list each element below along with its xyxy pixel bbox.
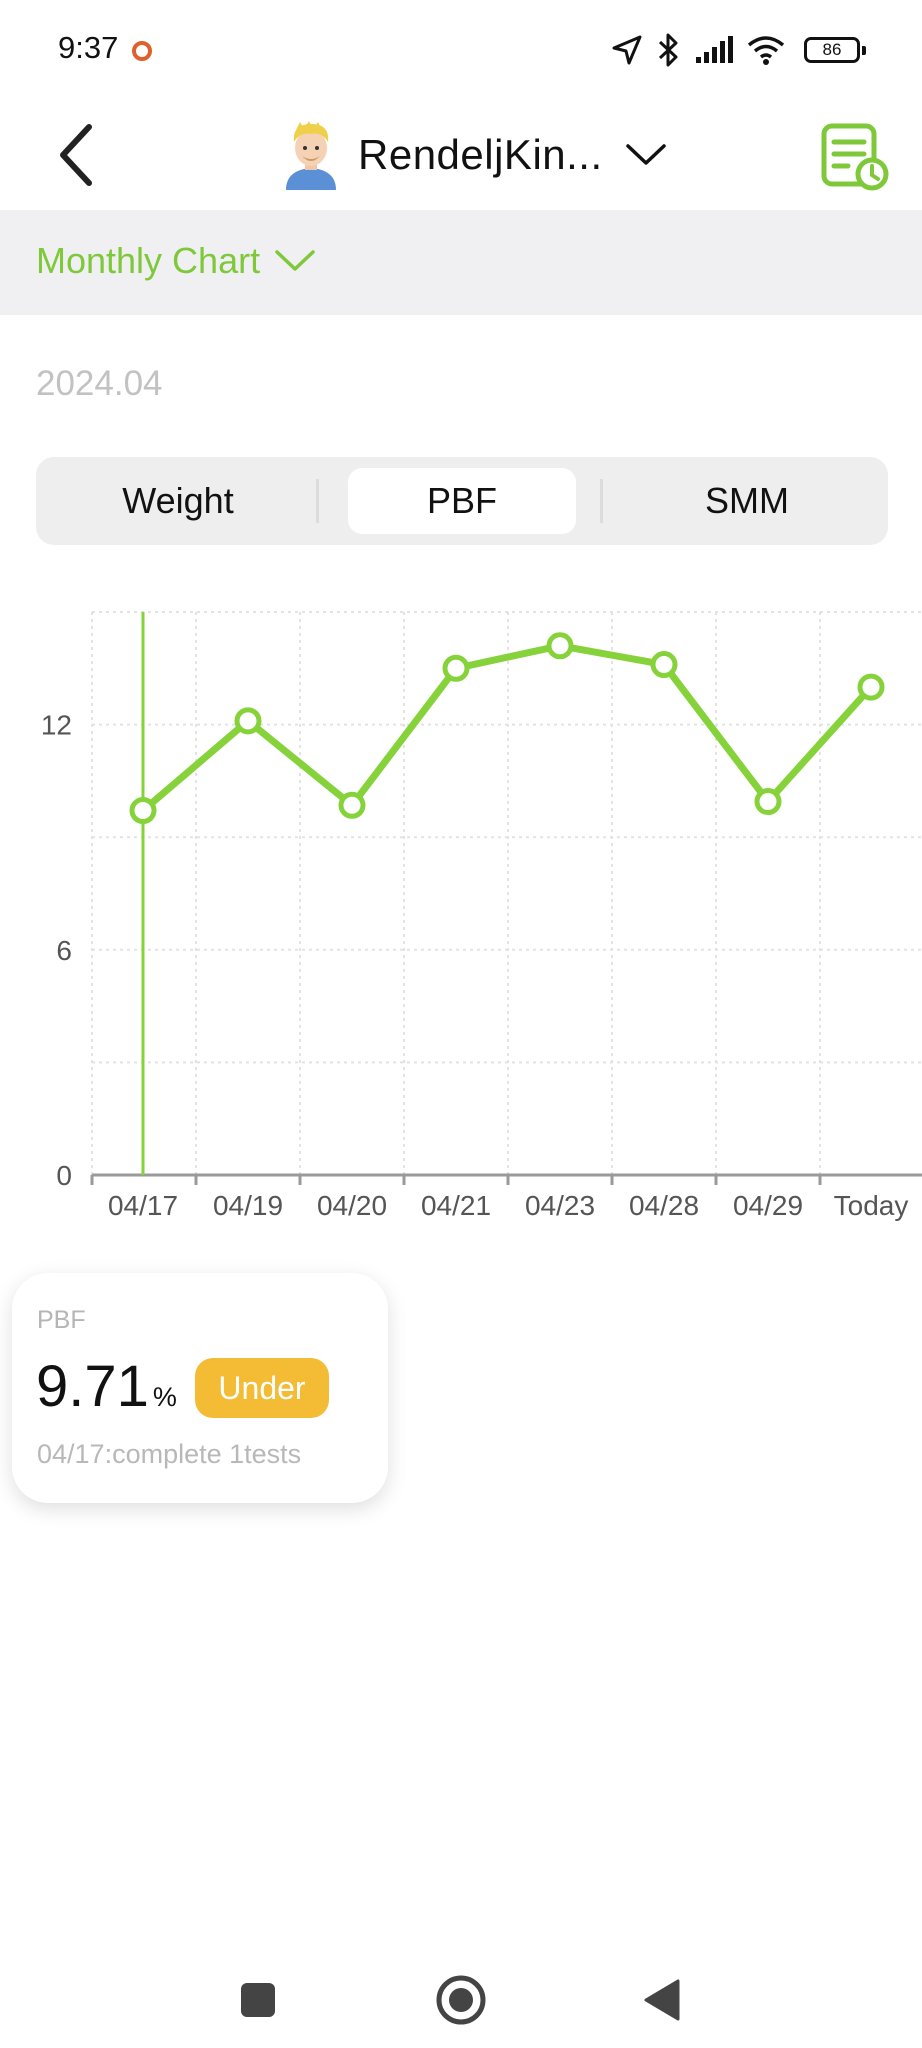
- data-point: [857, 673, 885, 701]
- data-point: [754, 788, 782, 816]
- x-tick-label: 04/20: [317, 1190, 387, 1221]
- status-time: 9:37: [58, 30, 119, 65]
- data-point: [129, 797, 157, 825]
- battery-level: 86: [822, 40, 842, 59]
- chevron-left-icon: [60, 124, 92, 186]
- user-selector[interactable]: RendeljKin...: [282, 115, 667, 195]
- back-nav-button[interactable]: [632, 1970, 692, 2030]
- tab-weight[interactable]: Weight: [48, 468, 308, 534]
- y-tick-label: 6: [56, 935, 72, 966]
- location-arrow-icon: [612, 35, 642, 65]
- data-point: [650, 651, 678, 679]
- data-point: [234, 707, 262, 735]
- home-circle-icon: [436, 1975, 486, 2025]
- x-tick-label: 04/21: [421, 1190, 491, 1221]
- tab-smm[interactable]: SMM: [616, 468, 878, 534]
- status-badge: Under: [195, 1358, 329, 1418]
- data-point: [338, 791, 366, 819]
- card-test-note: 04/17:complete 1tests: [37, 1439, 302, 1469]
- month-label: 2024.04: [36, 364, 163, 403]
- x-tick-label: Today: [834, 1190, 909, 1221]
- chevron-down-icon: [625, 144, 666, 165]
- pbf-line-chart[interactable]: 0 6 12 04/17 04/19 04/20 04/21 04/23 04/28 04/29 T…: [0, 600, 922, 1240]
- signal-icon: [696, 36, 733, 63]
- chart-mode-label: Monthly Chart: [36, 240, 261, 281]
- data-point: [442, 654, 470, 682]
- battery-icon: 86: [804, 37, 866, 63]
- chevron-down-icon: [275, 250, 315, 271]
- notification-dot-icon: [132, 41, 152, 61]
- x-tick-label: 04/19: [213, 1190, 283, 1221]
- wifi-icon: [747, 36, 785, 65]
- y-tick-label: 0: [56, 1160, 72, 1191]
- tab-divider: [316, 479, 319, 523]
- system-nav-bar: [0, 1950, 922, 2048]
- square-icon: [241, 1983, 275, 2017]
- status-bar: 9:37 86: [0, 0, 922, 100]
- metric-tabs: Weight PBF SMM: [36, 457, 888, 545]
- x-tick-label: 04/28: [629, 1190, 699, 1221]
- app-header: RendeljKin...: [0, 100, 922, 210]
- card-unit: %: [152, 1382, 177, 1412]
- home-button[interactable]: [431, 1970, 491, 2030]
- x-tick-label: 04/29: [733, 1190, 803, 1221]
- card-metric-label: PBF: [37, 1306, 86, 1334]
- card-value: 9.71: [36, 1354, 149, 1419]
- x-tick-label: 04/17: [108, 1190, 178, 1221]
- chart-mode-dropdown[interactable]: Monthly Chart: [36, 240, 316, 282]
- recent-apps-button[interactable]: [228, 1970, 288, 2030]
- bluetooth-icon: [658, 33, 678, 67]
- back-button[interactable]: [40, 120, 110, 190]
- chart-mode-bar: Monthly Chart: [0, 210, 922, 315]
- report-history-button[interactable]: [818, 120, 890, 192]
- y-tick-label: 12: [41, 710, 72, 741]
- avatar: [286, 121, 336, 190]
- triangle-back-icon: [644, 1979, 680, 2021]
- x-tick-label: 04/23: [525, 1190, 595, 1221]
- data-summary-card: PBF 9.71 % Under 04/17:complete 1tests: [12, 1273, 388, 1503]
- card-value-row: 9.71 %: [36, 1353, 177, 1420]
- tab-divider: [600, 479, 603, 523]
- user-name: RendeljKin...: [358, 131, 603, 178]
- data-point: [546, 632, 574, 660]
- report-history-icon: [821, 123, 889, 191]
- status-icons: 86: [610, 30, 866, 70]
- tab-pbf[interactable]: PBF: [348, 468, 576, 534]
